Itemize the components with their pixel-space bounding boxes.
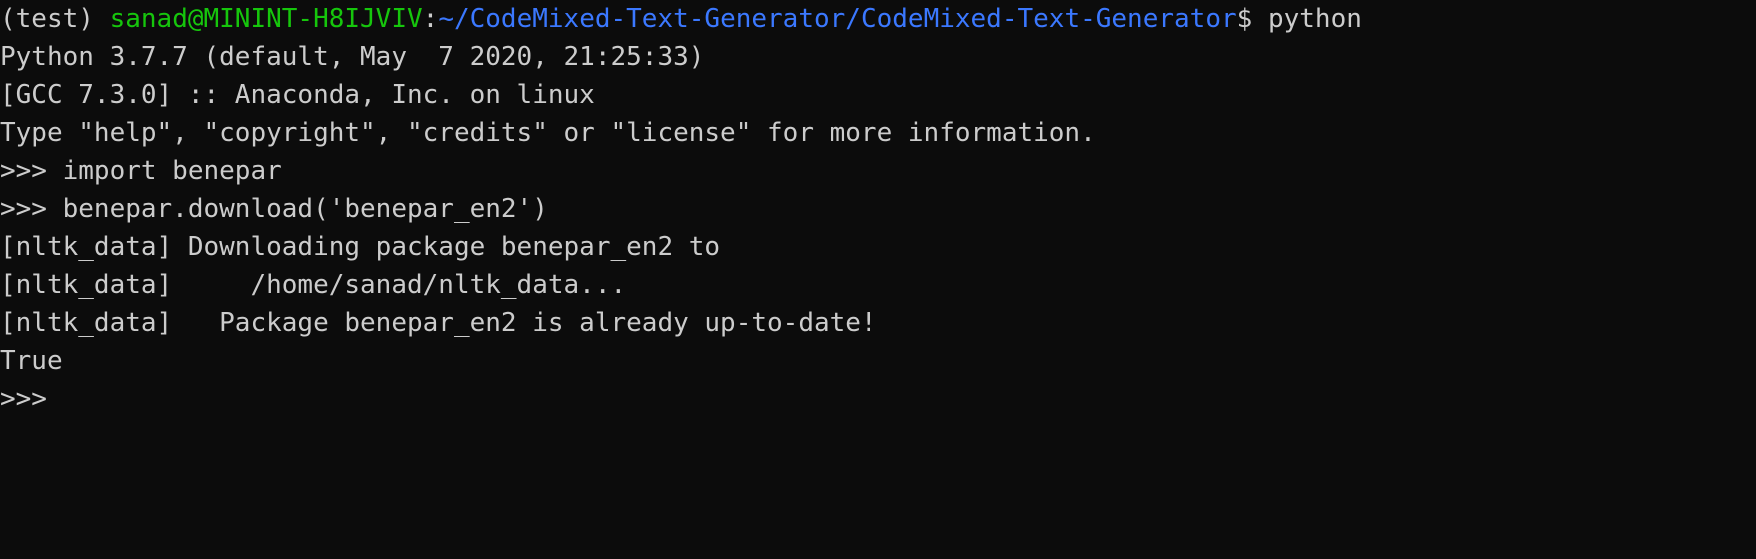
output-line: [nltk_data] Downloading package benepar_… bbox=[0, 232, 721, 262]
python-input-line: >>> import benepar bbox=[0, 156, 282, 186]
output-line: [nltk_data] Package benepar_en2 is alrea… bbox=[0, 308, 877, 338]
output-line: Type "help", "copyright", "credits" or "… bbox=[0, 118, 1096, 148]
output-line: [nltk_data] /home/sanad/nltk_data... bbox=[0, 270, 627, 300]
working-directory: ~/CodeMixed-Text-Generator/CodeMixed-Tex… bbox=[438, 4, 1237, 34]
shell-prompt-line: (test) sanad@MININT-H8IJVIV:~/CodeMixed-… bbox=[0, 0, 1362, 38]
terminal-window[interactable]: (test) sanad@MININT-H8IJVIV:~/CodeMixed-… bbox=[0, 0, 1756, 559]
prompt-colon: : bbox=[422, 4, 439, 34]
output-line: Python 3.7.7 (default, May 7 2020, 21:25… bbox=[0, 42, 705, 72]
user-host: sanad@MININT-H8IJVIV bbox=[109, 4, 423, 34]
prompt-symbol: $ bbox=[1236, 4, 1268, 34]
output-line: True bbox=[0, 346, 63, 376]
shell-command: python bbox=[1267, 4, 1362, 34]
python-prompt-input[interactable]: >>> bbox=[0, 380, 63, 418]
output-line: [GCC 7.3.0] :: Anaconda, Inc. on linux bbox=[0, 80, 595, 110]
python-input-line: >>> benepar.download('benepar_en2') bbox=[0, 194, 548, 224]
conda-env-label: (test) bbox=[0, 4, 110, 34]
